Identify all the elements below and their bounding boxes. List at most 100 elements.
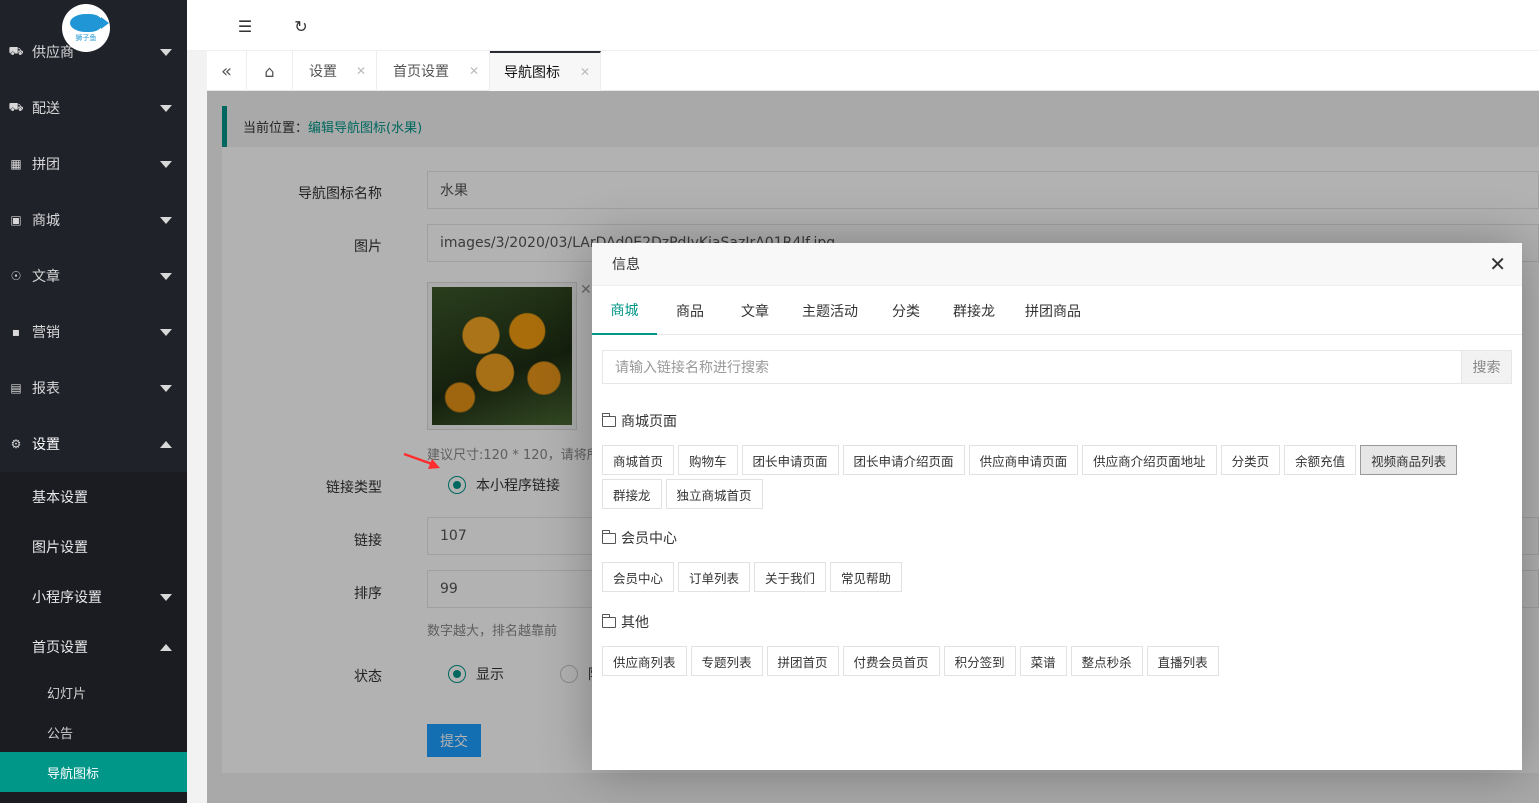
link-chip[interactable]: 供应商介绍页面地址: [1082, 445, 1217, 475]
tab-solitaire[interactable]: 群接龙: [953, 286, 995, 335]
tab-goods[interactable]: 商品: [676, 286, 704, 335]
group-title-member-center: 会员中心: [601, 528, 677, 548]
logo[interactable]: 狮子鱼: [62, 4, 110, 52]
sidebar-item-label: 文章: [32, 269, 60, 285]
chips-mall-pages: 商城首页 购物车 团长申请页面 团长申请介绍页面 供应商申请页面 供应商介绍页面地址 分类页…: [602, 445, 1502, 513]
sidebar-item-report[interactable]: ▤ 报表: [0, 360, 187, 416]
subitem-label: 小程序设置: [32, 590, 102, 606]
sidebar-item-mall[interactable]: ▣ 商城: [0, 192, 187, 248]
link-chip[interactable]: 独立商城首页: [665, 479, 763, 509]
link-chip[interactable]: 常见帮助: [830, 562, 903, 592]
link-chip[interactable]: 供应商申请页面: [968, 445, 1079, 475]
link-chip[interactable]: 拼团首页: [766, 646, 839, 676]
close-icon[interactable]: ✕: [356, 64, 366, 78]
link-chip[interactable]: 专题列表: [690, 646, 763, 676]
caret-down-icon: [160, 329, 172, 336]
link-chip[interactable]: 购物车: [678, 445, 738, 475]
tab-category[interactable]: 分类: [892, 286, 920, 335]
sidebar-item-label: 商城: [32, 213, 60, 229]
tab-article[interactable]: 文章: [741, 286, 769, 335]
group-title-other: 其他: [601, 612, 649, 632]
tabs-scroll-left-icon[interactable]: «: [207, 51, 247, 91]
link-picker-modal: 信息 ✕ 商城 商品 文章 主题活动 分类 群接龙 拼团商品 请输入链接名称进行…: [592, 243, 1522, 770]
subitem-label: 首页设置: [32, 640, 88, 656]
chips-other: 供应商列表 专题列表 拼团首页 付费会员首页 积分签到 菜谱 整点秒杀 直播列表: [602, 646, 1502, 680]
home-icon[interactable]: ⌂: [247, 51, 293, 91]
tab-label: 首页设置: [393, 64, 449, 80]
sidebar-item-article[interactable]: ☉ 文章: [0, 248, 187, 304]
caret-up-icon: [160, 441, 172, 448]
menu-toggle-icon[interactable]: ☰: [235, 16, 255, 36]
folder-open-icon: [601, 529, 616, 544]
sidebar-item-groupbuy[interactable]: ▦ 拼团: [0, 136, 187, 192]
link-chip[interactable]: 分类页: [1220, 445, 1281, 475]
tab-mall[interactable]: 商城: [592, 286, 657, 335]
link-chip[interactable]: 余额充值: [1284, 445, 1357, 475]
link-chip[interactable]: 视频商品列表: [1360, 445, 1458, 475]
tab-settings[interactable]: 设置 ✕: [293, 51, 377, 91]
sidebar-subsubitem-notice[interactable]: 公告: [0, 712, 187, 752]
caret-down-icon: [160, 217, 172, 224]
group-title-text: 其他: [621, 615, 649, 631]
refresh-icon[interactable]: ↻: [291, 16, 311, 36]
link-chip[interactable]: 供应商列表: [602, 646, 687, 676]
caret-down-icon: [160, 49, 172, 56]
caret-down-icon: [160, 594, 172, 601]
settings-subnav: 基本设置 图片设置 小程序设置 首页设置 幻灯片 公告 导航图标: [0, 472, 187, 803]
link-chip[interactable]: 积分签到: [943, 646, 1016, 676]
sidebar-item-settings[interactable]: ⚙ 设置: [0, 416, 187, 472]
compass-icon: ☉: [10, 269, 22, 283]
tab-groupbuy-goods[interactable]: 拼团商品: [1025, 286, 1081, 335]
sidebar-item-label: 营销: [32, 325, 60, 341]
search-input[interactable]: 请输入链接名称进行搜索: [603, 351, 1461, 383]
link-chip[interactable]: 团长申请介绍页面: [842, 445, 965, 475]
sidebar-subitem-miniprogram[interactable]: 小程序设置: [0, 572, 187, 622]
tab-nav-icon[interactable]: 导航图标 ✕: [490, 51, 601, 91]
folder-open-icon: [601, 613, 616, 628]
link-chip[interactable]: 直播列表: [1146, 646, 1219, 676]
link-search: 请输入链接名称进行搜索 搜索: [602, 350, 1512, 384]
close-icon[interactable]: ✕: [580, 65, 590, 79]
caret-down-icon: [160, 161, 172, 168]
sidebar-subitem-image[interactable]: 图片设置: [0, 522, 187, 572]
caret-up-icon: [160, 644, 172, 651]
subitem-label: 图片设置: [32, 540, 88, 556]
link-chip[interactable]: 商城首页: [602, 445, 675, 475]
tab-topic[interactable]: 主题活动: [802, 286, 858, 335]
chips-member-center: 会员中心 订单列表 关于我们 常见帮助: [602, 562, 1502, 596]
top-header: ☰ ↻: [187, 0, 1539, 51]
sidebar-item-label: 设置: [32, 437, 60, 453]
close-icon[interactable]: ✕: [469, 64, 479, 78]
shop-icon: ▣: [10, 213, 22, 227]
gear-icon: ⚙: [10, 437, 22, 451]
sidebar-item-marketing[interactable]: ▪ 营销: [0, 304, 187, 360]
modal-title: 信息: [592, 243, 1522, 286]
search-button[interactable]: 搜索: [1461, 351, 1511, 383]
page-tabs: « ⌂ 设置 ✕ 首页设置 ✕ 导航图标 ✕: [207, 51, 1539, 91]
caret-down-icon: [160, 385, 172, 392]
subsubitem-label: 公告: [47, 726, 74, 742]
link-chip[interactable]: 整点秒杀: [1070, 646, 1143, 676]
delivery-icon: ⛟: [8, 100, 24, 114]
link-chip[interactable]: 菜谱: [1019, 646, 1067, 676]
link-chip[interactable]: 付费会员首页: [842, 646, 940, 676]
caret-down-icon: [160, 273, 172, 280]
tab-homepage-settings[interactable]: 首页设置 ✕: [377, 51, 490, 91]
fish-logo-icon: [70, 14, 109, 32]
group-title-mall-pages: 商城页面: [601, 411, 677, 431]
truck-icon: ⛟: [8, 44, 24, 58]
sidebar-subitem-homepage[interactable]: 首页设置: [0, 622, 187, 672]
close-icon[interactable]: ✕: [1489, 254, 1506, 274]
sidebar-subsubitem-navicon[interactable]: 导航图标: [0, 752, 187, 792]
caret-down-icon: [160, 105, 172, 112]
sidebar-item-delivery[interactable]: ⛟ 配送: [0, 80, 187, 136]
link-chip[interactable]: 团长申请页面: [741, 445, 839, 475]
link-chip[interactable]: 订单列表: [678, 562, 751, 592]
link-chip[interactable]: 群接龙: [602, 479, 662, 509]
sidebar-subsubitem-slides[interactable]: 幻灯片: [0, 672, 187, 712]
modal-tabs: 商城 商品 文章 主题活动 分类 群接龙 拼团商品: [592, 286, 1522, 335]
sidebar-item-label: 配送: [32, 101, 60, 117]
link-chip[interactable]: 关于我们: [754, 562, 827, 592]
link-chip[interactable]: 会员中心: [602, 562, 675, 592]
sidebar-subitem-basic[interactable]: 基本设置: [0, 472, 187, 522]
